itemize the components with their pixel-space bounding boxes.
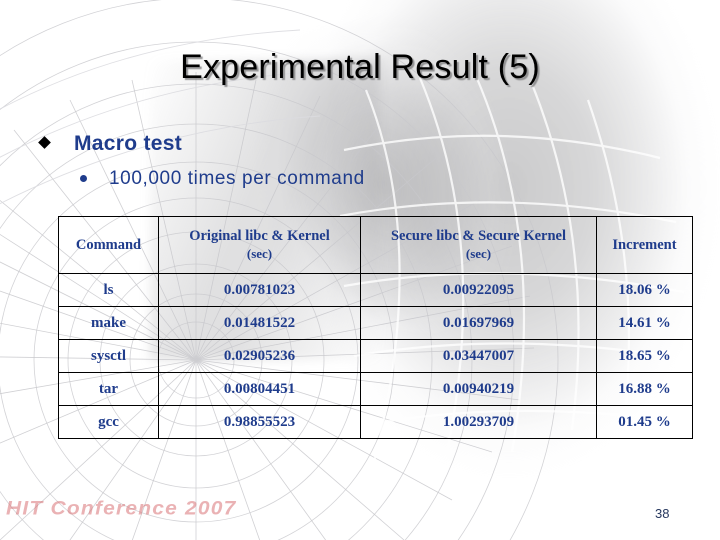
slide-canvas: Experimental Result (5) Macro test 100,0… [0, 0, 720, 540]
table-row: ls 0.00781023 0.00922095 18.06 % [58, 273, 693, 307]
round-bullet-icon [80, 168, 109, 185]
table-row: make 0.01481522 0.01697969 14.61 % [58, 306, 693, 340]
cell-original: 0.01481522 [158, 306, 361, 340]
column-header-command-label: Command [75, 236, 142, 253]
table-row: sysctl 0.02905236 0.03447007 18.65 % [58, 339, 693, 373]
column-header-secure-unit: (sec) [465, 245, 492, 261]
cell-original: 0.00781023 [158, 273, 361, 307]
column-header-original-label: Original libc & Kernel [189, 228, 330, 245]
cell-command: make [58, 306, 159, 340]
footer-conference-brand: HIT Conference 2007 [6, 498, 237, 520]
column-header-increment-label: Increment [612, 236, 677, 253]
table-row: tar 0.00804451 0.00940219 16.88 % [58, 372, 693, 406]
column-header-original: Original libc & Kernel (sec) [158, 216, 361, 274]
bullet-level2-label: 100,000 times per command [109, 168, 365, 189]
cell-increment: 18.06 % [596, 273, 693, 307]
page-number: 38 [655, 506, 670, 521]
column-header-secure: Secure libc & Secure Kernel (sec) [360, 216, 597, 274]
column-header-secure-label: Secure libc & Secure Kernel [390, 228, 567, 245]
cell-original: 0.98855523 [158, 405, 361, 439]
cell-secure: 0.03447007 [360, 339, 597, 373]
cell-secure: 0.00940219 [360, 372, 597, 406]
column-header-command: Command [58, 216, 159, 274]
cell-secure: 0.00922095 [360, 273, 597, 307]
bullet-level1-label: Macro test [74, 132, 183, 155]
cell-increment: 16.88 % [596, 372, 693, 406]
column-header-increment: Increment [596, 216, 693, 274]
column-header-original-unit: (sec) [246, 245, 273, 261]
bullet-level2: 100,000 times per command [80, 168, 365, 190]
cell-secure: 1.00293709 [360, 405, 597, 439]
diamond-bullet-icon [38, 136, 74, 149]
cell-increment: 01.45 % [596, 405, 693, 439]
cell-original: 0.00804451 [158, 372, 361, 406]
table-header-row: Command Original libc & Kernel (sec) Sec… [58, 216, 693, 274]
cell-original: 0.02905236 [158, 339, 361, 373]
bullet-level1: Macro test [38, 132, 183, 156]
cell-secure: 0.01697969 [360, 306, 597, 340]
cell-command: tar [58, 372, 159, 406]
table-row: gcc 0.98855523 1.00293709 01.45 % [58, 405, 693, 439]
slide-title: Experimental Result (5) [180, 48, 540, 86]
cell-increment: 18.65 % [596, 339, 693, 373]
experimental-results-table: Command Original libc & Kernel (sec) Sec… [58, 216, 693, 439]
cell-increment: 14.61 % [596, 306, 693, 340]
cell-command: sysctl [58, 339, 159, 373]
cell-command: ls [58, 273, 159, 307]
cell-command: gcc [58, 405, 159, 439]
